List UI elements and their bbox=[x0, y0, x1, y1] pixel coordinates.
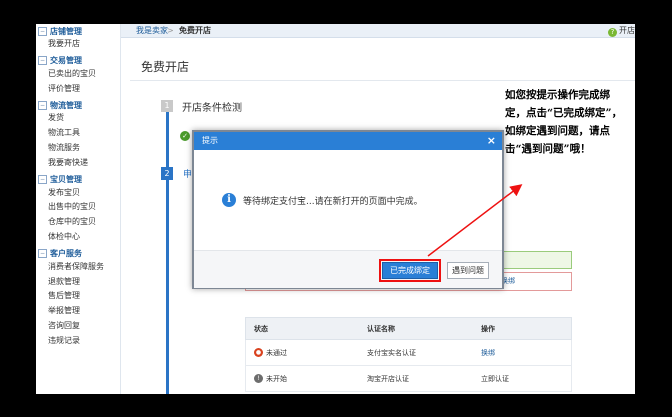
step-1-label: 开店条件检测 bbox=[182, 103, 242, 114]
sidebar-section-title: 物流管理 bbox=[50, 100, 82, 110]
sidebar-item[interactable]: 出售中的宝贝 bbox=[36, 200, 120, 215]
header-action: 操作 bbox=[481, 324, 495, 333]
cert-name: 淘宝开店认证 bbox=[367, 374, 409, 383]
page-title: 免费开店 bbox=[141, 60, 190, 74]
sidebar-item[interactable]: 售后管理 bbox=[36, 289, 120, 304]
sidebar-item[interactable]: 已卖出的宝贝 bbox=[36, 67, 120, 82]
binding-done-button[interactable]: 已完成绑定 bbox=[379, 259, 441, 282]
breadcrumb-current: 免费开店 bbox=[179, 26, 211, 35]
table-row: ● 未通过 支付宝实名认证 换绑 bbox=[245, 340, 572, 366]
sidebar-section-title: 交易管理 bbox=[50, 56, 82, 66]
collapse-icon[interactable]: − bbox=[38, 56, 47, 66]
prompt-dialog: 提示 × i 等待绑定支付宝...请在新打开的页面中完成。 已完成绑定 遇到问题 bbox=[192, 130, 504, 289]
sidebar-section-header[interactable]: − 店铺管理 bbox=[36, 25, 120, 37]
status-fail-icon: ● bbox=[254, 348, 263, 357]
problem-button[interactable]: 遇到问题 bbox=[447, 262, 489, 279]
certification-table: 状态 认证名称 操作 ● 未通过 支付宝实名认证 换绑 ! 未开始 淘宝开店认证 立… bbox=[245, 317, 572, 392]
help-icon: ? bbox=[608, 28, 617, 37]
breadcrumb-separator: > bbox=[167, 26, 174, 35]
sidebar: − 店铺管理 我要开店 − 交易管理 已卖出的宝贝 评价管理 − 物流管理 发货 物流工具 物流服务我… bbox=[36, 24, 121, 394]
sidebar-item[interactable]: 举报管理 bbox=[36, 304, 120, 319]
sidebar-item[interactable]: 我要寄快递 bbox=[36, 156, 120, 171]
header-name: 认证名称 bbox=[367, 324, 395, 333]
sidebar-item[interactable]: 仓库中的宝贝 bbox=[36, 215, 120, 230]
table-row: ! 未开始 淘宝开店认证 立即认证 bbox=[245, 366, 572, 392]
screenshot-frame: − 店铺管理 我要开店 − 交易管理 已卖出的宝贝 评价管理 − 物流管理 发货 物流工具 物流服务我… bbox=[36, 24, 635, 394]
status-text: 未通过 bbox=[266, 348, 287, 357]
dialog-header: 提示 × bbox=[194, 132, 502, 150]
divider bbox=[130, 80, 635, 81]
step-2-number: 2 bbox=[161, 167, 173, 180]
header-status: 状态 bbox=[254, 324, 268, 333]
sidebar-section-header[interactable]: − 客户服务 bbox=[36, 248, 120, 260]
sidebar-section-title: 客户服务 bbox=[50, 249, 82, 259]
sidebar-item[interactable]: 物流服务 bbox=[36, 141, 120, 156]
dialog-message-text: 等待绑定支付宝...请在新打开的页面中完成。 bbox=[243, 196, 423, 207]
status-text: 未开始 bbox=[266, 374, 287, 383]
collapse-icon[interactable]: − bbox=[38, 175, 47, 185]
status-pending-icon: ! bbox=[254, 374, 263, 383]
sidebar-section-header[interactable]: − 物流管理 bbox=[36, 99, 120, 111]
help-link[interactable]: ? 开店 bbox=[608, 24, 635, 37]
sidebar-section-title: 宝贝管理 bbox=[50, 175, 82, 185]
dialog-footer: 已完成绑定 遇到问题 bbox=[194, 250, 502, 288]
action-text[interactable]: 立即认证 bbox=[475, 374, 509, 384]
dialog-title: 提示 bbox=[202, 136, 218, 145]
sidebar-item[interactable]: 违规记录 bbox=[36, 334, 120, 349]
step-1-number: 1 bbox=[161, 100, 173, 112]
close-icon[interactable]: × bbox=[487, 132, 496, 150]
collapse-icon[interactable]: − bbox=[38, 26, 47, 36]
step-progress-line bbox=[166, 112, 169, 394]
help-label: 开店 bbox=[619, 26, 635, 35]
action-link[interactable]: 换绑 bbox=[475, 348, 495, 358]
status-cell: ! 未开始 bbox=[246, 374, 361, 384]
info-icon: i bbox=[222, 193, 236, 207]
sidebar-item[interactable]: 体检中心 bbox=[36, 230, 120, 245]
sidebar-item[interactable]: 物流工具 bbox=[36, 126, 120, 141]
sidebar-item[interactable]: 消费者保障服务 bbox=[36, 260, 120, 275]
step-2-label: 申 bbox=[183, 170, 193, 180]
check-icon: ✓ bbox=[180, 131, 190, 141]
collapse-icon[interactable]: − bbox=[38, 249, 47, 259]
sidebar-item[interactable]: 发货 bbox=[36, 111, 120, 126]
dialog-message: i 等待绑定支付宝...请在新打开的页面中完成。 bbox=[222, 193, 423, 207]
sidebar-item[interactable]: 退款管理 bbox=[36, 275, 120, 290]
breadcrumb-bar: 我是卖家 > 免费开店 ? 开店 bbox=[121, 24, 635, 38]
sidebar-item[interactable]: 咨询回复 bbox=[36, 319, 120, 334]
collapse-icon[interactable]: − bbox=[38, 100, 47, 110]
cert-name: 支付宝实名认证 bbox=[367, 348, 416, 357]
sidebar-section-header[interactable]: − 宝贝管理 bbox=[36, 174, 120, 186]
sidebar-section-title: 店铺管理 bbox=[50, 26, 82, 36]
table-header: 状态 认证名称 操作 bbox=[245, 317, 572, 340]
sidebar-item[interactable]: 评价管理 bbox=[36, 82, 120, 97]
breadcrumb-seller[interactable]: 我是卖家 bbox=[136, 24, 168, 37]
sidebar-item[interactable]: 发布宝贝 bbox=[36, 186, 120, 201]
status-cell: ● 未通过 bbox=[246, 348, 361, 358]
sidebar-section-header[interactable]: − 交易管理 bbox=[36, 55, 120, 67]
annotation-note: 如您按提示操作完成绑定，点击“已完成绑定”，如绑定遇到问题，请点击“遇到问题”哦… bbox=[505, 89, 623, 155]
sidebar-item[interactable]: 我要开店 bbox=[36, 37, 120, 52]
